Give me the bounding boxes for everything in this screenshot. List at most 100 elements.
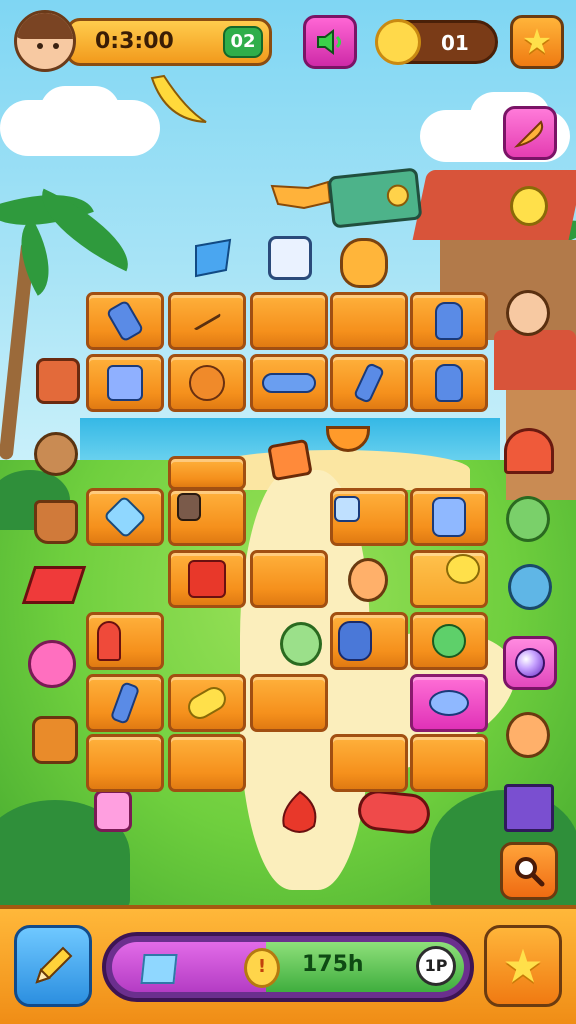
red-dice-icon (188, 560, 226, 598)
vase-icon (338, 621, 372, 661)
board-tile[interactable] (330, 488, 408, 546)
fish-icon (429, 690, 469, 716)
board-tile[interactable] (410, 488, 488, 546)
backpack-icon (32, 716, 78, 764)
pencil-icon (35, 946, 73, 984)
board-tile[interactable] (330, 734, 408, 792)
bonus-star-button[interactable]: ★ (484, 925, 562, 1007)
hut-roof (412, 170, 576, 240)
dice-icon (334, 496, 360, 522)
magnifier-icon (515, 857, 545, 887)
cup-icon (432, 497, 466, 537)
candy-icon (183, 682, 231, 724)
board-tile[interactable] (168, 674, 246, 732)
feather-button[interactable] (503, 106, 557, 160)
board-tile[interactable] (250, 354, 328, 412)
pink-dice-icon (94, 790, 132, 832)
elf-character (508, 564, 552, 610)
bottle-icon (352, 361, 386, 405)
cat-character (340, 238, 388, 288)
banana-icon (150, 74, 207, 123)
search-button[interactable] (500, 842, 558, 900)
coin-count: 01 (441, 31, 469, 55)
lemon-icon (510, 186, 548, 226)
books-icon (504, 784, 554, 832)
board-tile[interactable] (410, 292, 488, 350)
hut-roof (494, 330, 576, 390)
board-tile[interactable] (86, 674, 164, 732)
boy-character (348, 558, 388, 602)
board-tile[interactable] (410, 734, 488, 792)
board-tile[interactable] (250, 674, 328, 732)
elf-character (506, 712, 550, 758)
coin-icon (375, 19, 421, 65)
board-tile[interactable] (410, 550, 488, 608)
hammer-icon (432, 624, 466, 658)
orb-button[interactable] (503, 636, 557, 690)
timer-badge[interactable]: 02 (223, 26, 263, 58)
board-tile[interactable] (410, 612, 488, 670)
bottle-icon (105, 299, 145, 343)
cash-icon (327, 167, 423, 229)
progress-coin-icon: ! (244, 948, 280, 988)
star-icon: ★ (521, 22, 553, 62)
glove-icon (435, 364, 463, 402)
board-tile[interactable] (86, 354, 164, 412)
umbrella-icon (504, 428, 554, 474)
elf-character (280, 622, 322, 666)
board-tile[interactable] (410, 674, 488, 732)
board-tile[interactable] (250, 550, 328, 608)
board-tile[interactable] (330, 292, 408, 350)
pencil-button[interactable] (14, 925, 92, 1007)
cane-icon (97, 621, 121, 661)
board-tile[interactable] (168, 292, 246, 350)
treasure-box-icon (267, 438, 313, 482)
bag-icon (177, 493, 201, 521)
gem-icon (140, 954, 178, 984)
board-tile[interactable] (168, 734, 246, 792)
board-tile[interactable] (86, 292, 164, 350)
coconut-character (34, 432, 78, 476)
board-tile[interactable] (86, 734, 164, 792)
board-tile[interactable] (168, 550, 246, 608)
orange-icon (189, 365, 225, 401)
pink-character (28, 640, 76, 688)
board-tile[interactable] (410, 354, 488, 412)
avatar-hair (17, 13, 73, 39)
player-badge[interactable]: 1P (416, 946, 456, 986)
lemon-icon (446, 554, 480, 584)
pepper-icon (282, 790, 317, 833)
arrow-icon (192, 310, 222, 332)
plant-pot (34, 500, 78, 544)
board-tile[interactable] (250, 292, 328, 350)
board-tile[interactable] (86, 612, 164, 670)
orb-icon (515, 648, 545, 678)
timer-text: 0:3:00 (95, 29, 174, 54)
dice-icon (107, 365, 143, 401)
board-tile[interactable] (330, 612, 408, 670)
board-tile[interactable] (168, 354, 246, 412)
coin-counter: 01 (375, 19, 498, 65)
board-tile[interactable] (330, 354, 408, 412)
board-tile[interactable] (168, 456, 246, 490)
flag-icon (195, 238, 232, 278)
cloud (40, 86, 120, 136)
board-tile[interactable] (86, 488, 164, 546)
timer-bar: 0:3:00 02 (66, 18, 272, 66)
gem-icon (103, 495, 147, 539)
villager-character (506, 290, 550, 336)
avatar-eye (37, 43, 43, 49)
sound-button[interactable] (303, 15, 357, 69)
glove-icon (435, 302, 463, 340)
speaker-icon (317, 29, 341, 55)
cylinder-icon (262, 373, 316, 393)
progress-bar: ! 175h 1P (102, 932, 474, 1002)
board-tile[interactable] (168, 488, 246, 546)
player-avatar[interactable] (14, 10, 76, 72)
favorites-button[interactable]: ★ (510, 15, 564, 69)
progress-value-text: 175h (302, 952, 364, 977)
feather-icon (513, 120, 544, 148)
star-icon: ★ (502, 939, 544, 993)
elf-character (506, 496, 550, 542)
pointing-hand-icon (270, 180, 332, 210)
